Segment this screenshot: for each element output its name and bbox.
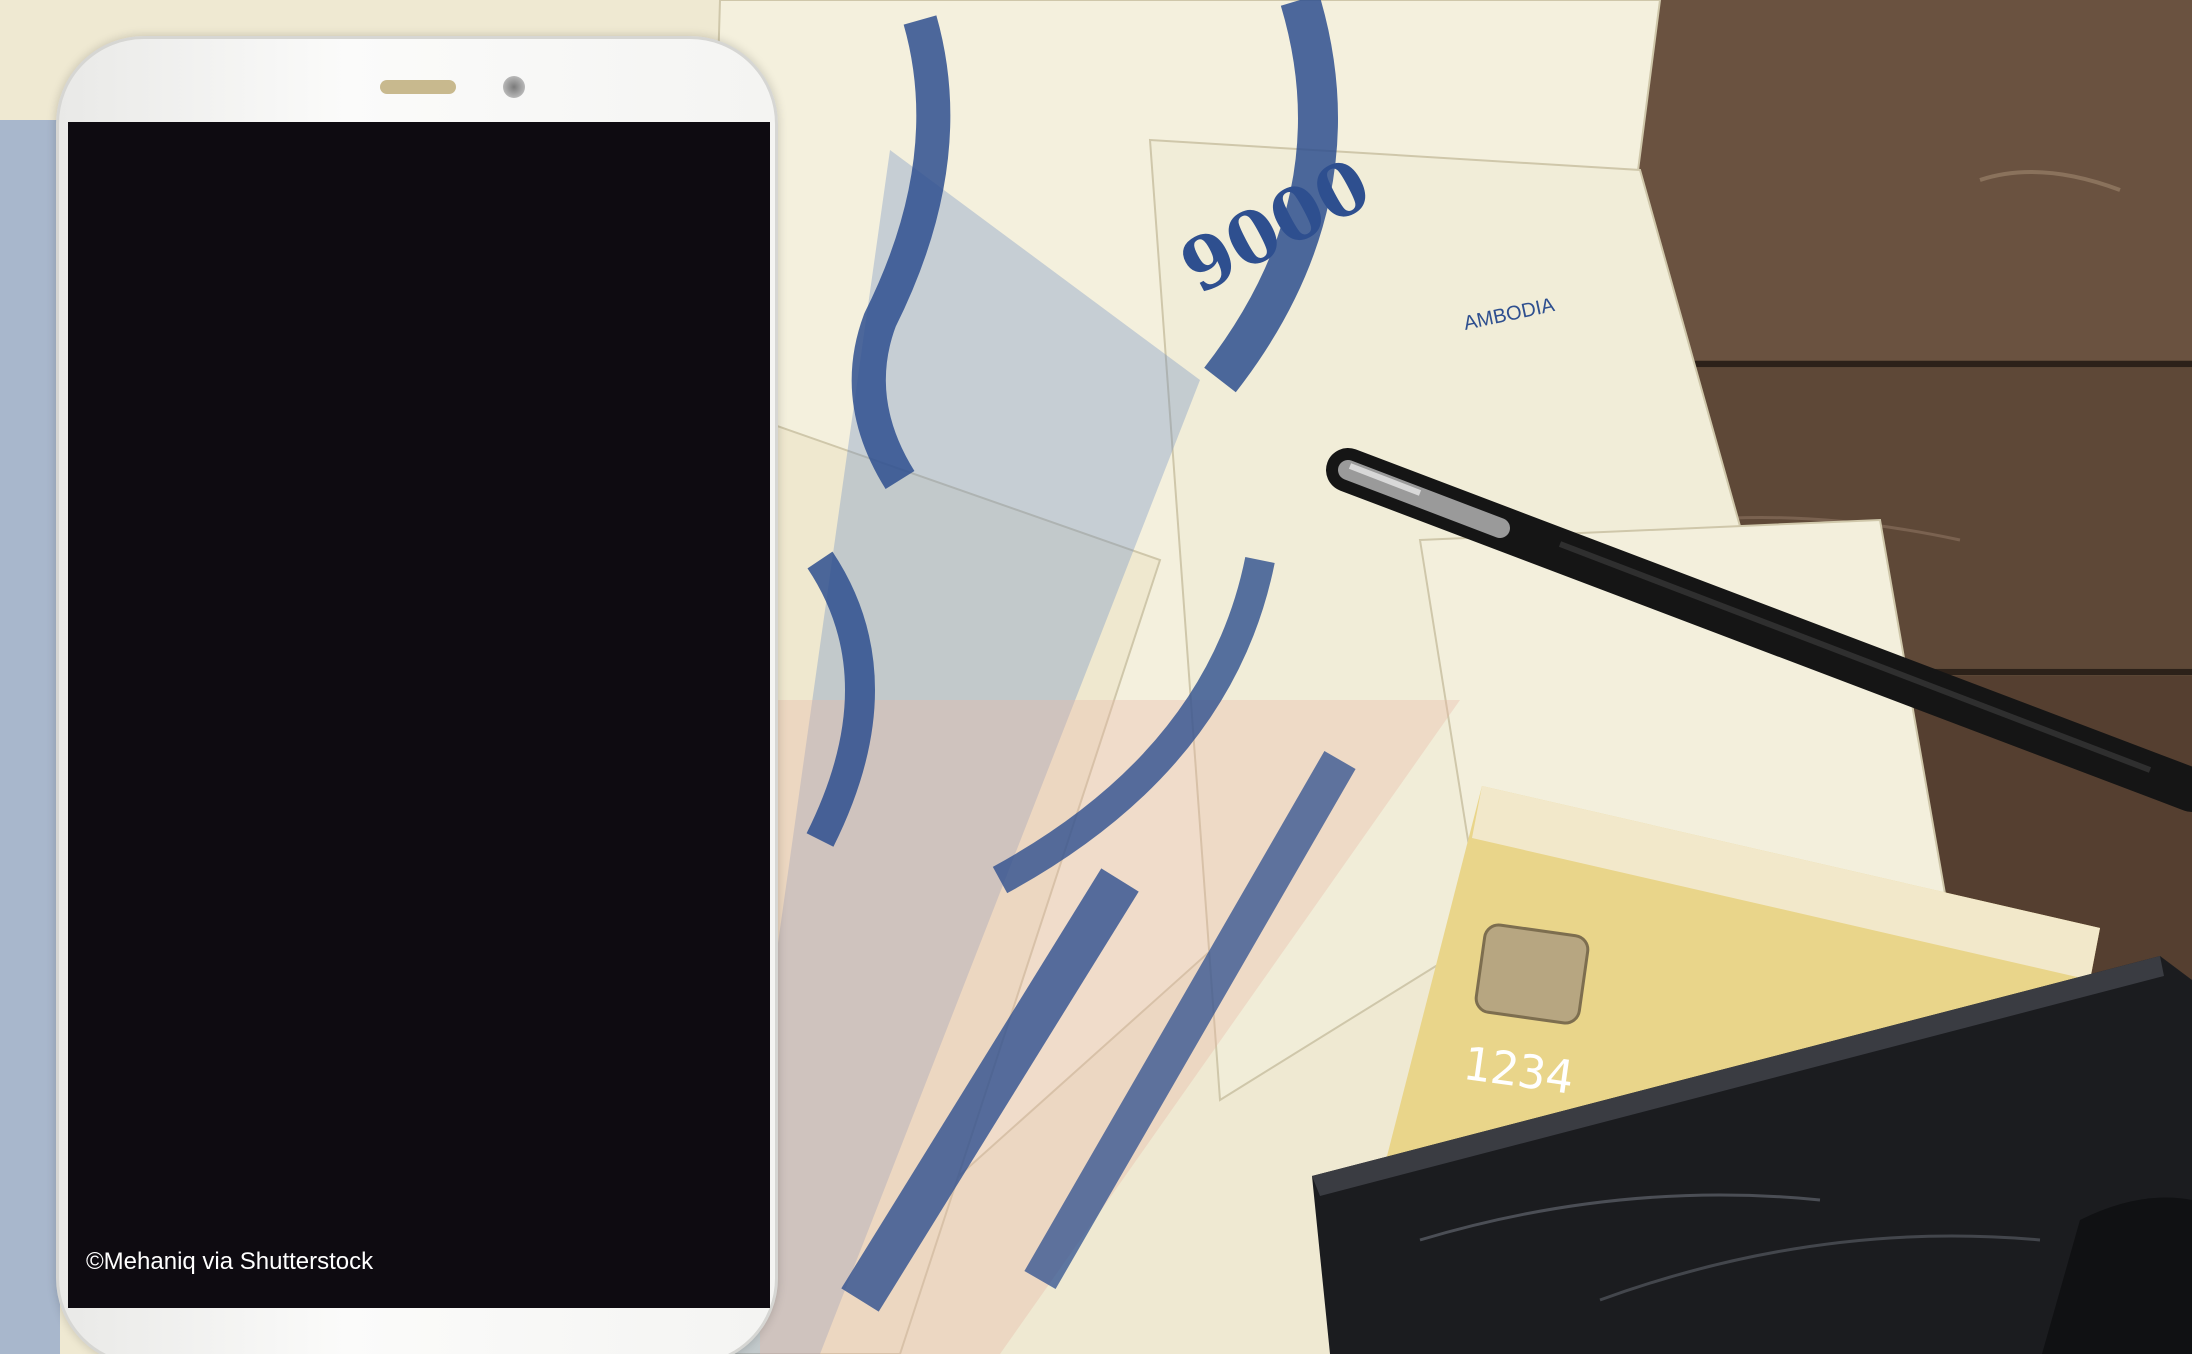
phone-speaker-icon — [380, 80, 456, 94]
photo-credit: ©Mehaniq via Shutterstock — [86, 1248, 374, 1275]
phone-screen — [68, 122, 770, 1308]
phone-camera-icon — [503, 76, 525, 98]
photo-scene: 9000 AMBODIA 1234 ©Mehaniq via Shutterst… — [0, 0, 2192, 1354]
